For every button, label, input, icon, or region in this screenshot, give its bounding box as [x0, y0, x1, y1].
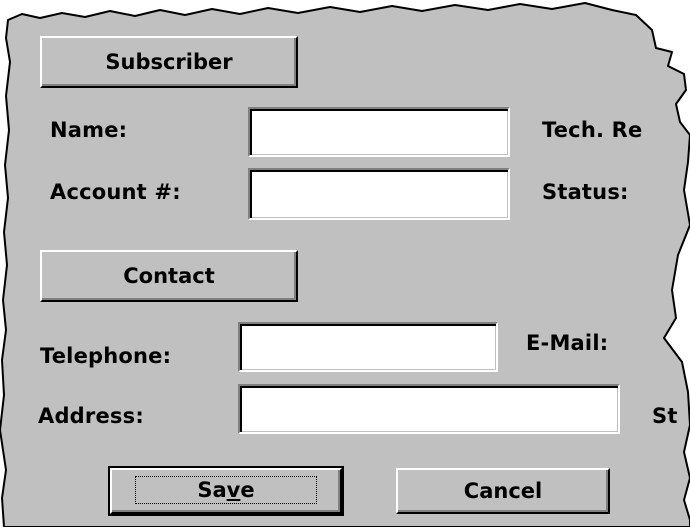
telephone-input[interactable] — [240, 324, 496, 370]
status-label: Status: — [542, 180, 629, 204]
account-number-input[interactable] — [250, 170, 508, 218]
save-button[interactable]: Save — [108, 466, 344, 516]
address-label: Address: — [38, 404, 144, 428]
form-window: Subscriber Name: Tech. Re Account #: Sta… — [0, 0, 690, 527]
name-label: Name: — [50, 118, 128, 142]
email-label: E-Mail: — [526, 331, 609, 355]
save-mnemonic-letter: v — [226, 478, 241, 502]
cancel-button-label: Cancel — [463, 479, 543, 503]
state-label: St — [652, 404, 678, 428]
telephone-field[interactable] — [238, 322, 498, 372]
address-input[interactable] — [240, 386, 618, 432]
contact-section-button[interactable]: Contact — [40, 250, 298, 302]
address-field[interactable] — [238, 384, 620, 434]
telephone-label: Telephone: — [40, 344, 172, 368]
cancel-button[interactable]: Cancel — [396, 468, 610, 514]
name-field[interactable] — [248, 107, 510, 157]
save-button-label: Save — [135, 476, 317, 504]
subscriber-section-label: Subscriber — [105, 50, 233, 74]
subscriber-section-button[interactable]: Subscriber — [40, 36, 298, 88]
name-input[interactable] — [250, 109, 508, 155]
tech-rep-label: Tech. Re — [542, 118, 643, 142]
account-number-field[interactable] — [248, 168, 510, 220]
contact-section-label: Contact — [123, 264, 215, 288]
account-number-label: Account #: — [50, 180, 181, 204]
